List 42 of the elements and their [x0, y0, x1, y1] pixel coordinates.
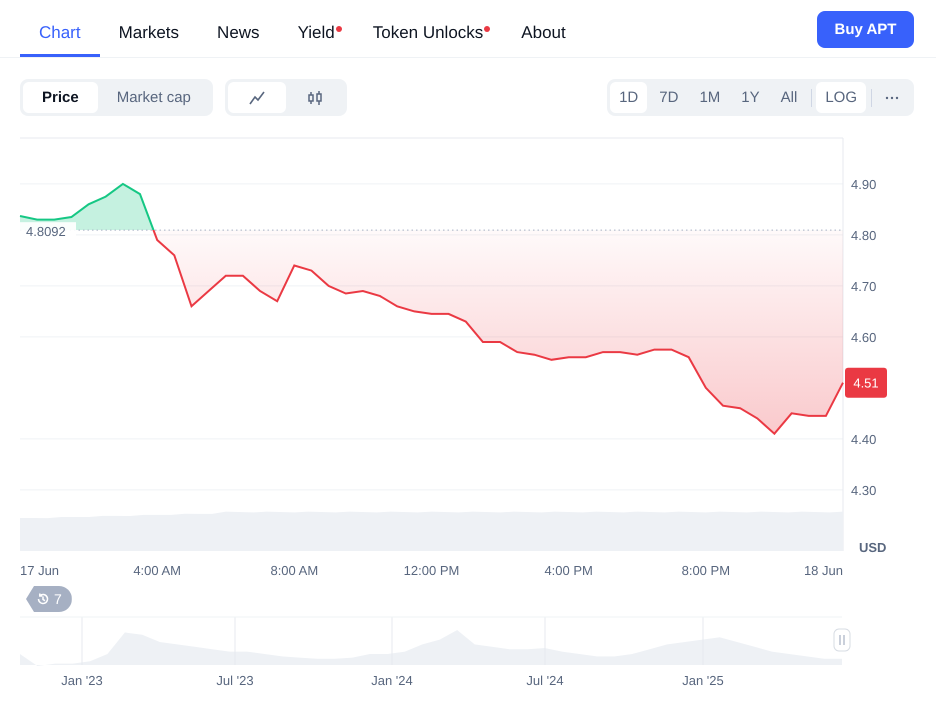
line-chart-button[interactable]	[228, 82, 286, 113]
reference-price-label: 4.8092	[26, 224, 66, 240]
range-button[interactable]: All	[772, 82, 806, 113]
y-axis-label: 4.90	[851, 176, 876, 192]
currency-label: USD	[859, 540, 886, 555]
timeline-label: Jan '24	[371, 673, 413, 688]
tab[interactable]: About	[502, 0, 585, 57]
y-axis-label: 4.60	[851, 330, 876, 345]
x-axis-label: 8:00 AM	[270, 563, 318, 578]
tab[interactable]: Markets	[100, 0, 198, 57]
tab[interactable]: Yield	[278, 0, 354, 57]
range-button[interactable]: 1D	[610, 82, 648, 113]
last-price-badge: 4.51	[845, 368, 887, 398]
y-axis-label: 4.30	[851, 482, 876, 498]
range-handle[interactable]	[834, 628, 850, 652]
range-button[interactable]: 7D	[650, 82, 688, 113]
history-icon	[36, 592, 50, 606]
x-axis-label: 12:00 PM	[404, 563, 460, 578]
timeline-label: Jul '24	[526, 673, 564, 688]
x-axis-label: 18 Jun	[804, 563, 843, 578]
log-scale-button[interactable]: LOG	[816, 82, 866, 113]
x-axis-label: 17 Jun	[20, 563, 60, 578]
timeline-label: Jan '23	[61, 673, 103, 688]
candlestick-icon	[306, 90, 323, 106]
toggle-option[interactable]: Market cap	[98, 82, 210, 113]
x-axis-label: 8:00 PM	[682, 563, 730, 578]
line-chart-icon	[248, 90, 265, 106]
tab[interactable]: News	[198, 0, 279, 57]
y-axis-label: 4.40	[851, 432, 876, 447]
x-axis-label: 4:00 PM	[544, 563, 593, 578]
toggle-option[interactable]: Price	[23, 82, 98, 113]
more-icon	[885, 96, 899, 100]
tab[interactable]: Chart	[20, 0, 100, 57]
timeline-label: Jan '25	[682, 673, 724, 688]
y-axis-label: 4.80	[851, 228, 876, 243]
range-button[interactable]: 1Y	[732, 82, 769, 113]
x-axis-label: 4:00 AM	[133, 563, 182, 578]
tab[interactable]: Token Unlocks	[354, 0, 502, 57]
timeline-label: Jul '23	[216, 673, 254, 688]
buy-button[interactable]: Buy APT	[817, 11, 914, 48]
y-axis-label: 4.70	[851, 278, 876, 294]
range-button[interactable]: 1M	[690, 82, 730, 113]
